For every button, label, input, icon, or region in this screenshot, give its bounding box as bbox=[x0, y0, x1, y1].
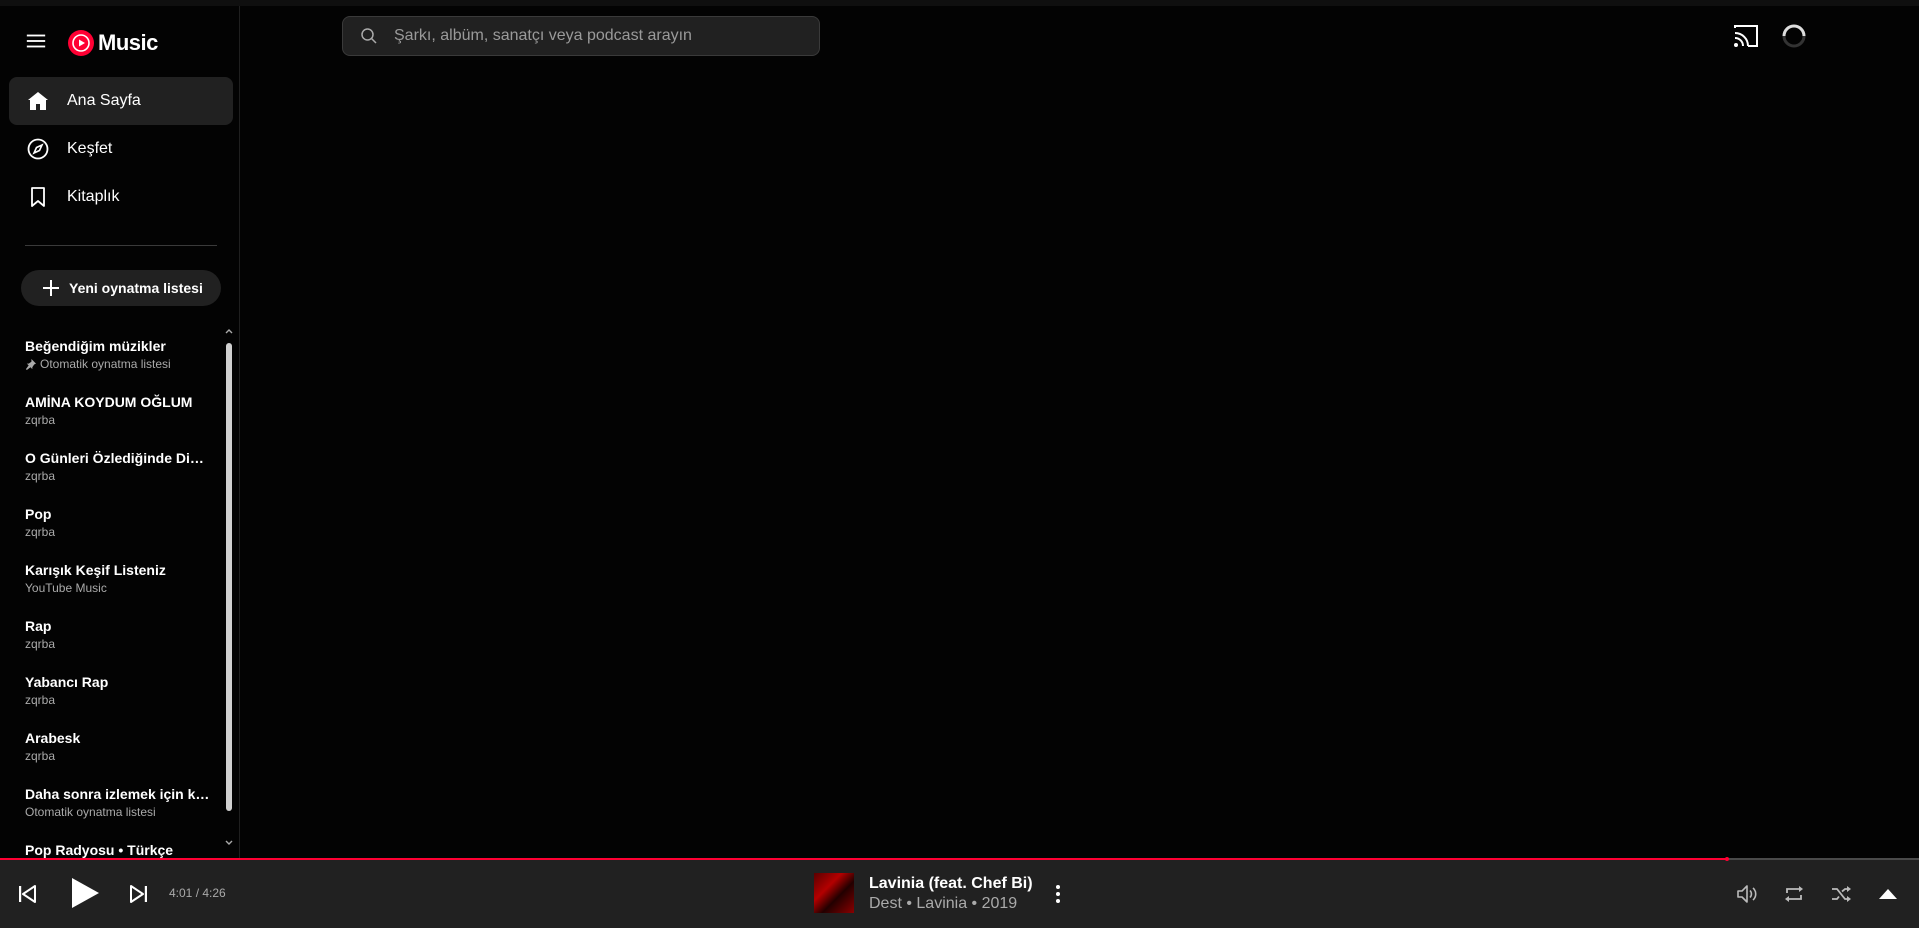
progress-bar[interactable] bbox=[0, 857, 1919, 861]
sidebar-scrollbar-thumb[interactable] bbox=[226, 343, 232, 811]
new-playlist-label: Yeni oynatma listesi bbox=[69, 280, 203, 296]
playlist-item[interactable]: Arabesk zqrba bbox=[25, 729, 210, 765]
playlist-title: Rap bbox=[25, 618, 52, 634]
playlist-title: Karışık Keşif Listeniz bbox=[25, 562, 166, 578]
top-edge bbox=[0, 0, 1919, 6]
plus-icon bbox=[43, 280, 59, 296]
playlist-title: Yabancı Rap bbox=[25, 674, 109, 690]
playback-time: 4:01 / 4:26 bbox=[169, 886, 226, 900]
youtube-music-logo[interactable]: Music bbox=[68, 24, 158, 62]
nav-label: Kitaplık bbox=[67, 188, 120, 205]
shuffle-icon[interactable] bbox=[1829, 882, 1853, 906]
search-input[interactable] bbox=[392, 26, 819, 46]
more-options-icon[interactable] bbox=[1050, 882, 1066, 906]
logo-play-icon bbox=[68, 30, 94, 56]
playlist-title: Pop Radyosu • Türkçe bbox=[25, 842, 174, 858]
repeat-icon[interactable] bbox=[1782, 882, 1806, 906]
nav-item-library[interactable]: Kitaplık bbox=[9, 173, 233, 221]
player-bar bbox=[0, 858, 1919, 928]
playlist-item[interactable]: Daha sonra izlemek için ka... Otomatik o… bbox=[25, 785, 210, 821]
avatar-loading-icon[interactable] bbox=[1780, 22, 1808, 50]
playlist-item[interactable]: Yabancı Rap zqrba bbox=[25, 673, 210, 709]
playlist-title: Pop bbox=[25, 506, 52, 522]
nav-label: Keşfet bbox=[67, 140, 113, 157]
playlist-item[interactable]: Rap zqrba bbox=[25, 617, 210, 653]
playlist-subtitle: zqrba bbox=[25, 469, 56, 483]
song-title[interactable]: Lavinia (feat. Chef Bi) bbox=[869, 875, 1033, 893]
next-icon[interactable] bbox=[129, 884, 149, 904]
search-bar[interactable] bbox=[342, 16, 820, 56]
album-thumbnail[interactable] bbox=[814, 873, 854, 913]
playlist-item[interactable]: Pop Radyosu • Türkçe bbox=[25, 841, 210, 859]
expand-player-icon[interactable] bbox=[1876, 882, 1900, 906]
playlist-item[interactable]: AMİNA KOYDUM OĞLUM zqrba bbox=[25, 393, 210, 429]
playlist-subtitle: zqrba bbox=[25, 637, 56, 651]
new-playlist-button[interactable]: Yeni oynatma listesi bbox=[21, 270, 221, 306]
home-icon bbox=[28, 92, 48, 110]
scroll-down-icon[interactable] bbox=[224, 838, 234, 848]
playlist-list: Beğendiğim müzikler Otomatik oynatma lis… bbox=[0, 322, 222, 859]
search-icon bbox=[361, 28, 377, 44]
playlist-item[interactable]: O Günleri Özlediğinde Dinl... zqrba bbox=[25, 449, 210, 485]
sidebar: Music Ana Sayfa Keşfet Kitaplık Yeni oyn… bbox=[0, 6, 240, 858]
playlist-subtitle: Otomatik oynatma listesi bbox=[25, 355, 210, 373]
menu-icon[interactable] bbox=[25, 30, 47, 52]
playlist-item[interactable]: Karışık Keşif Listeniz YouTube Music bbox=[25, 561, 210, 597]
play-icon[interactable] bbox=[68, 875, 102, 911]
logo-text: Music bbox=[98, 30, 158, 55]
playlist-subtitle: zqrba bbox=[25, 525, 56, 539]
previous-icon[interactable] bbox=[17, 884, 37, 904]
playlist-subtitle-text: Otomatik oynatma listesi bbox=[40, 357, 171, 371]
nav-label: Ana Sayfa bbox=[67, 92, 141, 109]
playlist-item-liked-music[interactable]: Beğendiğim müzikler Otomatik oynatma lis… bbox=[25, 337, 210, 373]
sidebar-divider bbox=[25, 245, 217, 246]
playlist-title: O Günleri Özlediğinde Dinl... bbox=[25, 450, 210, 466]
playlist-subtitle: Otomatik oynatma listesi bbox=[25, 805, 156, 819]
nav-item-home[interactable]: Ana Sayfa bbox=[9, 77, 233, 125]
scroll-up-icon[interactable] bbox=[224, 326, 234, 336]
playlist-title: AMİNA KOYDUM OĞLUM bbox=[25, 394, 193, 410]
playlist-subtitle: zqrba bbox=[25, 749, 56, 763]
playlist-title: Daha sonra izlemek için ka... bbox=[25, 786, 210, 802]
playlist-subtitle: zqrba bbox=[25, 693, 56, 707]
song-subtitle[interactable]: Dest • Lavinia • 2019 bbox=[869, 895, 1017, 913]
playlist-subtitle: zqrba bbox=[25, 413, 56, 427]
playlist-subtitle: YouTube Music bbox=[25, 581, 107, 595]
compass-icon bbox=[27, 138, 49, 160]
volume-icon[interactable] bbox=[1735, 882, 1759, 906]
playlist-title: Beğendiğim müzikler bbox=[25, 338, 166, 354]
progress-fill bbox=[0, 858, 1728, 860]
bookmark-icon bbox=[31, 187, 45, 207]
playlist-item[interactable]: Pop zqrba bbox=[25, 505, 210, 541]
cast-icon[interactable] bbox=[1733, 24, 1759, 48]
pin-icon bbox=[25, 358, 36, 370]
playlist-title: Arabesk bbox=[25, 730, 81, 746]
nav-item-explore[interactable]: Keşfet bbox=[9, 125, 233, 173]
